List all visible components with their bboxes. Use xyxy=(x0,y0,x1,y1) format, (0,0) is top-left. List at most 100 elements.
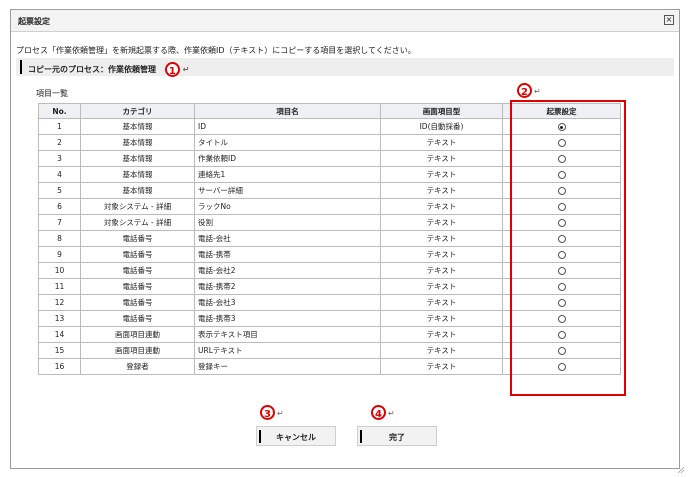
table-row: 7 対象システム - 詳細 役割 テキスト xyxy=(38,214,621,231)
row-issue-setting xyxy=(502,166,621,183)
row-issue-setting xyxy=(502,358,621,375)
row-category: 電話番号 xyxy=(80,230,195,247)
radio-icon[interactable] xyxy=(557,283,566,291)
row-category: 対象システム - 詳細 xyxy=(80,214,195,231)
radio-icon[interactable] xyxy=(557,331,566,339)
row-item-name: 役割 xyxy=(194,214,381,231)
callout-3: 3 xyxy=(260,405,275,420)
row-screen-type: テキスト xyxy=(380,150,503,167)
radio-icon[interactable] xyxy=(557,363,566,371)
row-issue-setting xyxy=(502,182,621,199)
copy-source-text: コピー元のプロセス：作業依頼管理 xyxy=(28,65,156,74)
row-category: 登録者 xyxy=(80,358,195,375)
row-issue-setting xyxy=(502,310,621,327)
row-category: 電話番号 xyxy=(80,278,195,295)
row-category: 電話番号 xyxy=(80,310,195,327)
row-category: 画面項目連動 xyxy=(80,326,195,343)
radio-icon[interactable] xyxy=(557,139,566,147)
row-item-name: URLテキスト xyxy=(194,342,381,359)
table-header-row: No. カテゴリ 項目名 画面項目型 起票設定 xyxy=(38,103,621,119)
row-screen-type: テキスト xyxy=(380,246,503,263)
radio-icon[interactable] xyxy=(557,267,566,275)
callout-2: 2 xyxy=(517,83,532,98)
row-screen-type: テキスト xyxy=(380,262,503,279)
table-row: 13 電話番号 電話-携帯3 テキスト xyxy=(38,310,621,327)
row-screen-type: テキスト xyxy=(380,326,503,343)
row-item-name: 表示テキスト項目 xyxy=(194,326,381,343)
row-issue-setting xyxy=(502,294,621,311)
return-mark-icon: ↵ xyxy=(277,409,284,418)
header-category: カテゴリ xyxy=(80,103,195,119)
close-icon[interactable]: × xyxy=(664,15,674,25)
row-category: 基本情報 xyxy=(80,150,195,167)
row-no: 4 xyxy=(38,166,81,183)
row-screen-type: テキスト xyxy=(380,342,503,359)
row-item-name: 電話-携帯2 xyxy=(194,278,381,295)
row-no: 11 xyxy=(38,278,81,295)
row-screen-type: テキスト xyxy=(380,294,503,311)
table-row: 9 電話番号 電話-携帯 テキスト xyxy=(38,246,621,263)
table-row: 16 登録者 登録キー テキスト xyxy=(38,358,621,375)
row-item-name: 作業依頼ID xyxy=(194,150,381,167)
row-issue-setting xyxy=(502,278,621,295)
row-no: 15 xyxy=(38,342,81,359)
dialog-title: 起票設定 xyxy=(18,17,50,26)
row-no: 13 xyxy=(38,310,81,327)
row-screen-type: テキスト xyxy=(380,230,503,247)
row-issue-setting xyxy=(502,214,621,231)
radio-icon[interactable] xyxy=(557,155,566,163)
row-screen-type: テキスト xyxy=(380,166,503,183)
copy-source-section: コピー元のプロセス：作業依頼管理 1 ↵ xyxy=(16,58,674,77)
radio-icon[interactable] xyxy=(557,171,566,179)
row-item-name: タイトル xyxy=(194,134,381,151)
radio-icon[interactable] xyxy=(557,299,566,307)
row-screen-type: テキスト xyxy=(380,214,503,231)
table-row: 15 画面項目連動 URLテキスト テキスト xyxy=(38,342,621,359)
table-row: 1 基本情報 ID ID(自動採番) xyxy=(38,118,621,135)
resize-grip-icon[interactable] xyxy=(677,466,685,474)
radio-icon[interactable] xyxy=(557,235,566,243)
row-no: 5 xyxy=(38,182,81,199)
row-category: 基本情報 xyxy=(80,182,195,199)
radio-icon[interactable] xyxy=(557,219,566,227)
radio-icon[interactable] xyxy=(557,203,566,211)
done-button[interactable]: 完了 xyxy=(357,426,437,446)
row-issue-setting xyxy=(502,118,621,135)
row-screen-type: テキスト xyxy=(380,182,503,199)
cancel-button-label: キャンセル xyxy=(276,433,316,442)
row-no: 16 xyxy=(38,358,81,375)
copy-source-label: コピー元のプロセス：作業依頼管理 1 ↵ xyxy=(28,62,189,77)
row-no: 7 xyxy=(38,214,81,231)
row-no: 12 xyxy=(38,294,81,311)
callout-1: 1 xyxy=(164,62,180,77)
row-screen-type: テキスト xyxy=(380,198,503,215)
row-screen-type: テキスト xyxy=(380,310,503,327)
radio-icon[interactable] xyxy=(557,123,566,131)
row-screen-type: ID(自動採番) xyxy=(380,118,503,135)
return-mark-icon: ↵ xyxy=(534,87,541,96)
row-issue-setting xyxy=(502,246,621,263)
table-row: 10 電話番号 電話-会社2 テキスト xyxy=(38,262,621,279)
row-issue-setting xyxy=(502,326,621,343)
radio-icon[interactable] xyxy=(557,251,566,259)
radio-icon[interactable] xyxy=(557,347,566,355)
cancel-button[interactable]: キャンセル xyxy=(256,426,336,446)
row-no: 2 xyxy=(38,134,81,151)
row-issue-setting xyxy=(502,134,621,151)
return-mark-icon: ↵ xyxy=(388,409,395,418)
table-row: 3 基本情報 作業依頼ID テキスト xyxy=(38,150,621,167)
table-row: 11 電話番号 電話-携帯2 テキスト xyxy=(38,278,621,295)
row-item-name: サーバー詳細 xyxy=(194,182,381,199)
row-category: 基本情報 xyxy=(80,166,195,183)
row-screen-type: テキスト xyxy=(380,358,503,375)
radio-icon[interactable] xyxy=(557,187,566,195)
row-category: 対象システム - 詳細 xyxy=(80,198,195,215)
row-category: 電話番号 xyxy=(80,246,195,263)
row-issue-setting xyxy=(502,262,621,279)
row-category: 電話番号 xyxy=(80,294,195,311)
row-issue-setting xyxy=(502,342,621,359)
radio-icon[interactable] xyxy=(557,315,566,323)
row-no: 10 xyxy=(38,262,81,279)
table-row: 8 電話番号 電話-会社 テキスト xyxy=(38,230,621,247)
row-no: 8 xyxy=(38,230,81,247)
